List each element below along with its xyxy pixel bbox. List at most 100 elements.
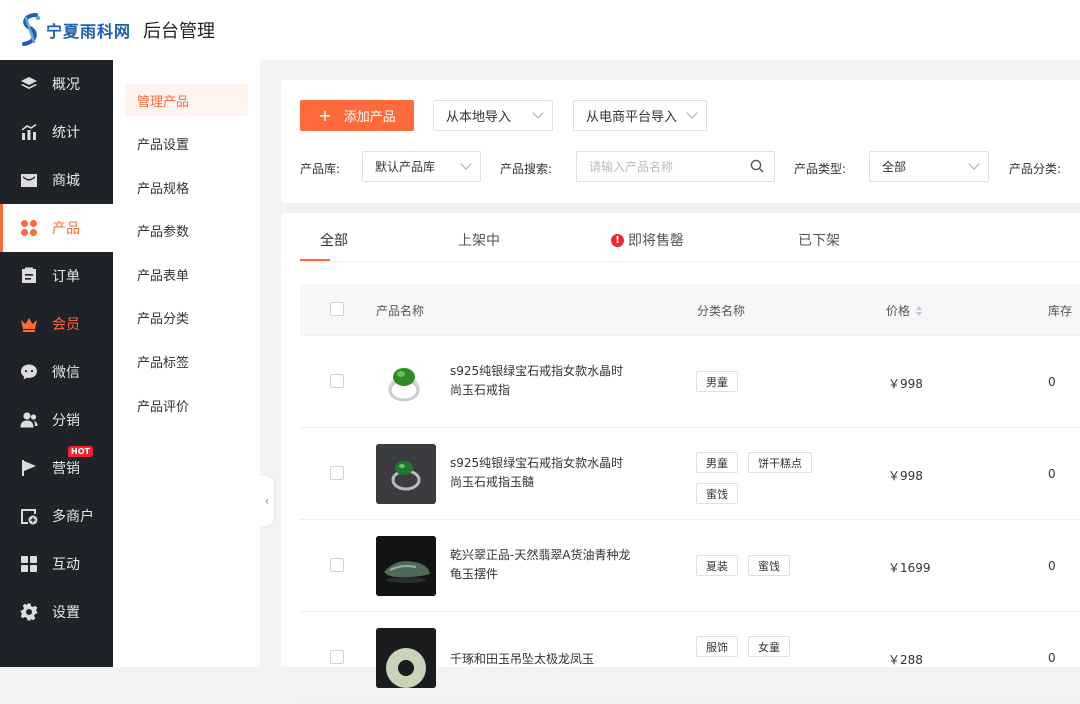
chevron-down-icon: [532, 107, 544, 119]
product-name[interactable]: 千琢和田玉吊坠太极龙凤玉: [450, 650, 635, 669]
category-tag: 蜜饯: [748, 555, 790, 576]
product-stock: 0: [1048, 559, 1056, 573]
table-row[interactable]: 乾兴翠正品-天然翡翠A货油青种龙龟玉摆件 夏装 蜜饯 ￥1699 0: [300, 520, 1080, 612]
top-header: 宁夏雨科网 后台管理: [0, 0, 1080, 60]
hot-badge: HOT: [68, 446, 93, 457]
import-ecommerce-dropdown[interactable]: 从电商平台导入: [573, 100, 707, 131]
category-tag: 服饰: [696, 636, 738, 657]
select-all-checkbox[interactable]: [330, 302, 344, 316]
product-library-label: 产品库:: [300, 162, 341, 176]
tab-all[interactable]: 全部: [320, 230, 348, 250]
chevron-down-icon: [460, 158, 472, 170]
nav-item-marketing[interactable]: 营销 HOT: [0, 444, 113, 492]
tab-on-shelf[interactable]: 上架中: [458, 230, 500, 250]
tab-low-stock[interactable]: ! 即将售罄: [611, 230, 684, 250]
product-thumbnail[interactable]: [376, 352, 436, 412]
collapse-subnav-button[interactable]: ‹: [260, 476, 274, 526]
nav-item-members[interactable]: 会员: [0, 300, 113, 348]
nav-item-interaction[interactable]: 互动: [0, 540, 113, 588]
header-category-name: 分类名称: [697, 304, 746, 318]
header-price[interactable]: 价格: [886, 302, 923, 319]
nav-item-label: 会员: [52, 317, 80, 333]
subnav-product-specs[interactable]: 产品规格: [125, 171, 248, 203]
row-checkbox[interactable]: [330, 650, 344, 664]
import-local-dropdown[interactable]: 从本地导入: [433, 100, 553, 131]
nav-item-multi-merchant[interactable]: 多商户: [0, 492, 113, 540]
category-tag: 男童: [696, 452, 738, 473]
table-row[interactable]: s925纯银绿宝石戒指女款水晶时尚玉石戒指玉髓 男童 饼干糕点 蜜饯 ￥998 …: [300, 428, 1080, 520]
product-thumbnail[interactable]: [376, 536, 436, 596]
tab-off-shelf[interactable]: 已下架: [798, 230, 840, 250]
subnav-product-tags[interactable]: 产品标签: [125, 346, 248, 378]
users-icon: [20, 411, 38, 429]
category-tag: 男童: [696, 371, 738, 392]
table-row[interactable]: s925纯银绿宝石戒指女款水晶时尚玉石戒指 男童 ￥998 0: [300, 336, 1080, 428]
flag-icon: [20, 459, 38, 477]
logo[interactable]: 宁夏雨科网: [16, 12, 131, 48]
chevron-down-icon: [968, 158, 980, 170]
nav-item-mall[interactable]: 商城: [0, 156, 113, 204]
product-thumbnail[interactable]: [376, 628, 436, 688]
product-library-value: 默认产品库: [375, 160, 436, 174]
product-name[interactable]: s925纯银绿宝石戒指女款水晶时尚玉石戒指玉髓: [450, 454, 635, 492]
category-tag: 夏装: [696, 555, 738, 576]
nav-item-label: 微信: [52, 365, 80, 381]
header-stock: 库存: [1048, 304, 1073, 318]
nav-item-overview[interactable]: 概况: [0, 60, 113, 108]
shop-icon: [20, 171, 38, 189]
row-checkbox[interactable]: [330, 466, 344, 480]
warning-icon: !: [611, 233, 624, 247]
subnav-product-params[interactable]: 产品参数: [125, 215, 248, 247]
nav-item-distribution[interactable]: 分销: [0, 396, 113, 444]
nav-item-wechat[interactable]: 微信: [0, 348, 113, 396]
nav-item-label: 分销: [52, 413, 80, 429]
product-name[interactable]: 乾兴翠正品-天然翡翠A货油青种龙龟玉摆件: [450, 546, 635, 584]
subnav-product-reviews[interactable]: 产品评价: [125, 389, 248, 421]
header-product-name: 产品名称: [376, 304, 425, 318]
layers-icon: [20, 75, 38, 93]
product-name[interactable]: s925纯银绿宝石戒指女款水晶时尚玉石戒指: [450, 362, 635, 400]
search-placeholder: 请输入产品名称: [589, 160, 674, 174]
product-stock: 0: [1048, 467, 1056, 481]
product-search-input[interactable]: 请输入产品名称: [576, 151, 775, 182]
nav-item-products[interactable]: 产品: [0, 204, 113, 252]
chevron-down-icon: [686, 107, 698, 119]
import-ecommerce-label: 从电商平台导入: [586, 110, 678, 125]
nav-item-label: 多商户: [52, 509, 94, 525]
add-product-button[interactable]: + 添加产品: [300, 100, 414, 131]
main-nav: 概况 统计 商城 产品 订单 会员 微信 分销 营销 HOT 多商户 互动 设置: [0, 60, 113, 667]
subnav-product-forms[interactable]: 产品表单: [125, 258, 248, 290]
search-icon[interactable]: [750, 159, 764, 173]
product-stock: 0: [1048, 375, 1056, 389]
active-tab-indicator: [300, 259, 330, 261]
product-toolbar: + 添加产品 从本地导入 从电商平台导入 产品库: 默认产品库 产品搜索: 请输…: [281, 80, 1080, 203]
product-price: ￥998: [888, 377, 923, 391]
store-plus-icon: [20, 507, 38, 525]
subnav-product-categories[interactable]: 产品分类: [125, 302, 248, 334]
nav-item-statistics[interactable]: 统计: [0, 108, 113, 156]
nav-item-orders[interactable]: 订单: [0, 252, 113, 300]
row-checkbox[interactable]: [330, 374, 344, 388]
product-type-select[interactable]: 全部: [869, 151, 989, 182]
product-price: ￥1699: [888, 561, 931, 575]
row-checkbox[interactable]: [330, 558, 344, 572]
header-title: 后台管理: [143, 21, 216, 42]
subnav-product-settings[interactable]: 产品设置: [125, 128, 248, 160]
nav-item-label: 订单: [52, 269, 80, 285]
plus-icon: +: [318, 106, 332, 125]
sort-icon[interactable]: [916, 305, 923, 316]
subnav-manage-products[interactable]: 管理产品: [125, 84, 248, 116]
header-price-label: 价格: [886, 304, 911, 318]
product-library-select[interactable]: 默认产品库: [362, 151, 481, 182]
table-row[interactable]: 千琢和田玉吊坠太极龙凤玉 服饰 女童 ￥288 0: [300, 612, 1080, 704]
chart-icon: [20, 123, 38, 141]
product-price: ￥998: [888, 469, 923, 483]
product-subnav: 管理产品 产品设置 产品规格 产品参数 产品表单 产品分类 产品标签 产品评价: [113, 60, 260, 667]
import-local-label: 从本地导入: [446, 110, 512, 125]
logo-text: 宁夏雨科网: [46, 22, 132, 41]
gear-icon: [20, 603, 38, 621]
category-tag: 饼干糕点: [748, 452, 812, 473]
product-thumbnail[interactable]: [376, 444, 436, 504]
nav-item-settings[interactable]: 设置: [0, 588, 113, 636]
product-search-label: 产品搜索:: [500, 162, 553, 176]
